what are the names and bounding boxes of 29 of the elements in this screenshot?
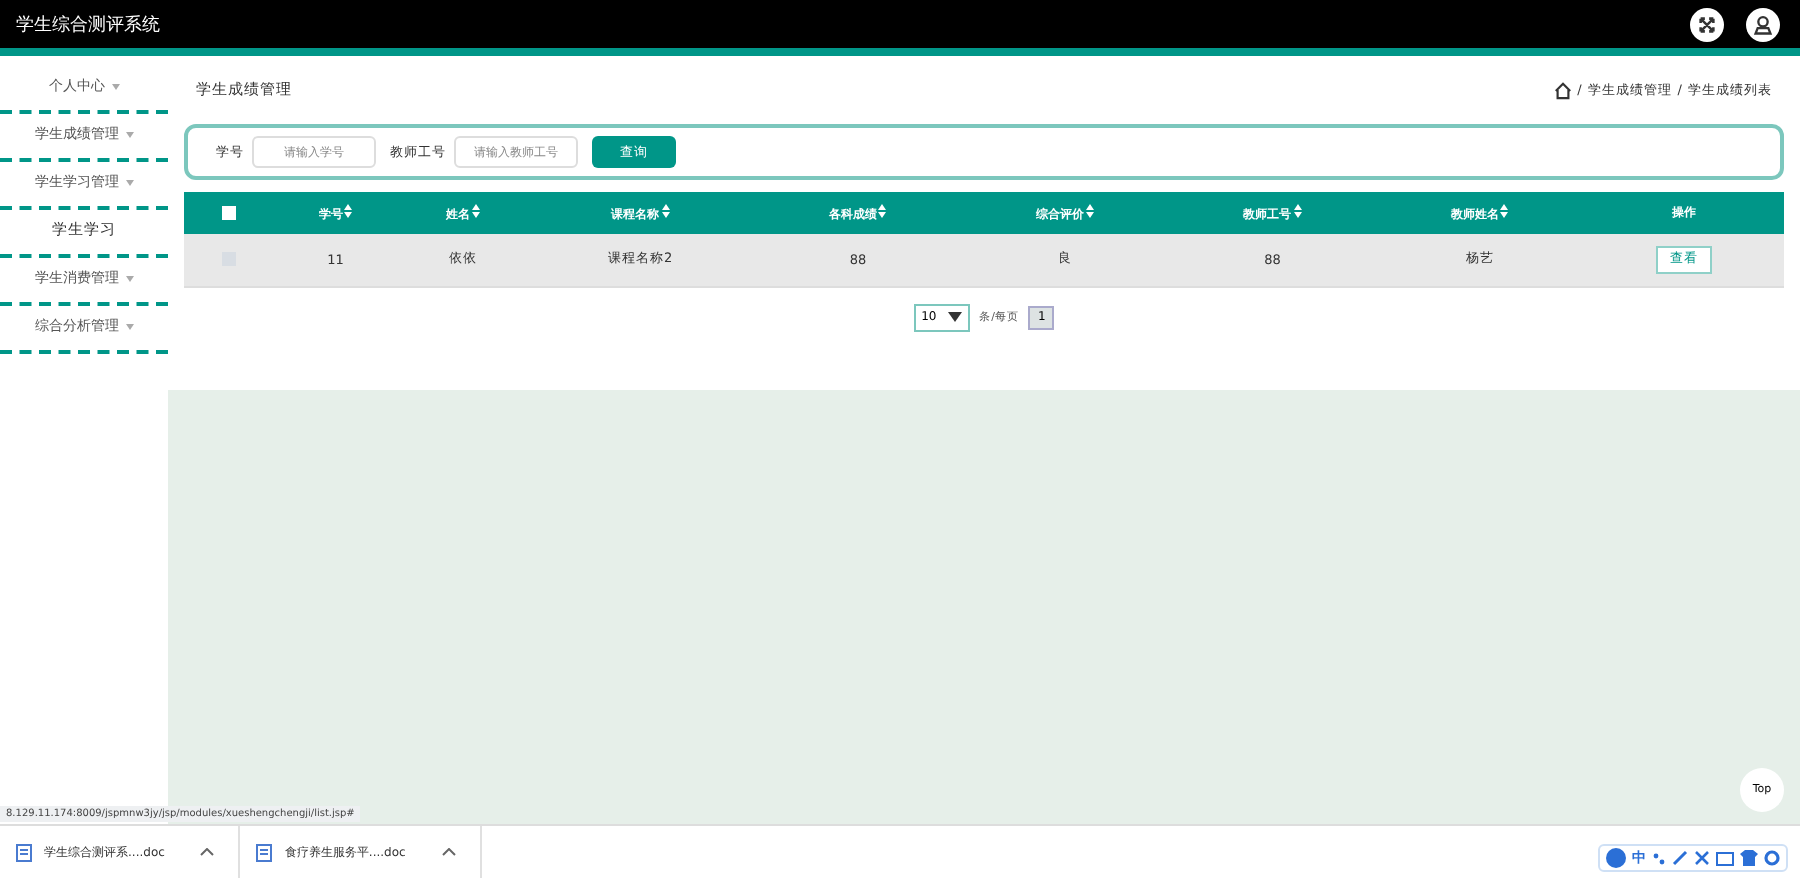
caret-icon [125, 275, 133, 282]
sort-icon[interactable] [1086, 203, 1095, 217]
document-icon [16, 843, 32, 861]
sort-icon[interactable] [878, 203, 887, 217]
chevron-up-icon[interactable] [441, 848, 456, 856]
sort-icon[interactable] [471, 203, 480, 217]
fullscreen-icon[interactable] [1690, 7, 1724, 41]
sort-icon[interactable] [661, 203, 670, 217]
document-icon [256, 843, 273, 861]
home-icon[interactable] [1553, 81, 1572, 99]
sort-icon[interactable] [1500, 203, 1509, 217]
punctuation-icon[interactable] [1652, 851, 1666, 865]
dropdown-caret-icon [947, 312, 962, 322]
caret-icon [111, 83, 119, 90]
user-icon[interactable] [1746, 7, 1780, 41]
caret-icon [125, 131, 133, 138]
app-title: 学生综合测评系统 [16, 13, 160, 37]
caret-icon [125, 179, 133, 186]
pen-icon[interactable] [1672, 850, 1688, 866]
ime-logo[interactable] [1606, 848, 1626, 868]
gear-icon[interactable] [1764, 850, 1780, 866]
shirt-icon[interactable] [1740, 850, 1758, 866]
chevron-up-icon[interactable] [200, 848, 215, 856]
caret-icon [125, 323, 133, 330]
scissors-icon[interactable] [1694, 850, 1710, 866]
sort-icon[interactable] [344, 203, 353, 217]
keyboard-icon[interactable] [1716, 851, 1734, 865]
select-all-checkbox[interactable] [221, 205, 235, 220]
sort-icon[interactable] [1293, 203, 1302, 217]
